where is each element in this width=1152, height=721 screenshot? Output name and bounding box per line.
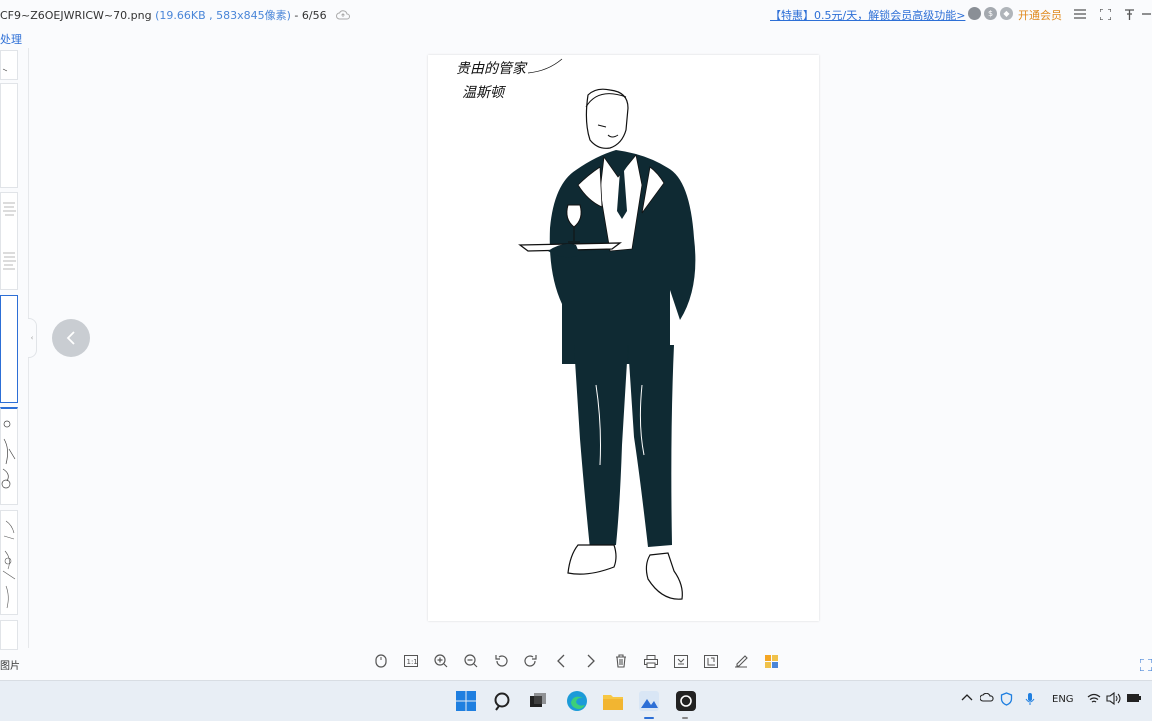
file-meta: (19.66KB , 583x845像素)	[155, 9, 291, 22]
fullscreen-icon[interactable]	[1096, 5, 1114, 23]
thumbnail-strip	[0, 50, 20, 650]
image-canvas[interactable]: 贵由的管家 温斯顿	[428, 55, 819, 621]
window-title: CF9~Z6OEJWRICW~70.png (19.66KB , 583x845…	[0, 7, 351, 23]
thumbnail-selected[interactable]	[0, 295, 18, 403]
next-icon[interactable]	[582, 652, 600, 670]
thumbnail[interactable]	[0, 83, 18, 188]
search-icon[interactable]	[491, 689, 515, 713]
chevron-left-icon	[66, 331, 75, 345]
expand-icon[interactable]	[1139, 656, 1152, 672]
compare-icon[interactable]	[672, 652, 690, 670]
crop-icon[interactable]	[702, 652, 720, 670]
delete-icon[interactable]	[612, 652, 630, 670]
image-viewer-icon[interactable]	[637, 689, 661, 719]
zoom-out-icon[interactable]	[462, 652, 480, 670]
thumbnail[interactable]	[0, 620, 18, 650]
onedrive-icon[interactable]	[979, 692, 994, 705]
apps-icon[interactable]	[762, 652, 780, 670]
zoom-in-icon[interactable]	[432, 652, 450, 670]
coin-icon[interactable]: $	[984, 7, 997, 20]
previous-icon[interactable]	[552, 652, 570, 670]
viewer-toolbar: 1:1	[372, 652, 780, 670]
file-position: - 6/56	[290, 9, 327, 22]
butler-figure	[518, 88, 696, 600]
process-link[interactable]: 处理	[0, 31, 22, 47]
account-icons: $ ◆	[968, 7, 1013, 20]
butler-illustration: 贵由的管家 温斯顿	[456, 58, 696, 600]
rotate-left-icon[interactable]	[492, 652, 510, 670]
tray-expand-icon[interactable]	[961, 693, 973, 704]
print-icon[interactable]	[642, 652, 660, 670]
thumbnail[interactable]	[0, 407, 18, 505]
rotate-right-icon[interactable]	[522, 652, 540, 670]
edit-icon[interactable]	[732, 652, 750, 670]
promo-link[interactable]: 【特惠】0.5元/天，解锁会员高级功能>	[770, 7, 965, 23]
previous-image-button[interactable]	[52, 319, 90, 357]
file-explorer-icon[interactable]	[601, 689, 625, 713]
badge-icon[interactable]: ◆	[1000, 7, 1013, 20]
thumbnail[interactable]	[0, 192, 18, 290]
svg-text:1:1: 1:1	[407, 658, 418, 666]
avatar-icon[interactable]	[968, 7, 981, 20]
microphone-icon[interactable]	[1025, 692, 1035, 709]
image-section-label: 图片	[0, 661, 20, 672]
menu-icon[interactable]	[1071, 5, 1089, 23]
security-shield-icon[interactable]	[1000, 692, 1013, 709]
edge-browser-icon[interactable]	[565, 689, 589, 713]
language-indicator[interactable]: ENG	[1052, 694, 1074, 705]
taskbar-app-icon[interactable]	[674, 689, 698, 719]
thumbnail[interactable]	[0, 50, 18, 80]
minimize-icon[interactable]	[1140, 5, 1152, 23]
pin-icon[interactable]	[1120, 5, 1138, 23]
os-taskbar: ENG	[0, 680, 1152, 721]
wifi-icon[interactable]	[1087, 693, 1101, 707]
caption-line-2: 温斯顿	[462, 85, 507, 101]
file-name: CF9~Z6OEJWRICW~70.png	[0, 9, 152, 22]
title-bar: CF9~Z6OEJWRICW~70.png (19.66KB , 583x845…	[0, 0, 1152, 28]
sidebar-collapse-handle[interactable]: ‹	[28, 318, 37, 358]
thumbnail[interactable]	[0, 510, 18, 615]
cloud-upload-icon[interactable]	[336, 9, 351, 23]
volume-icon[interactable]	[1106, 691, 1121, 708]
actual-size-icon[interactable]: 1:1	[402, 652, 420, 670]
start-icon[interactable]	[454, 689, 478, 713]
mouse-icon[interactable]	[372, 652, 390, 670]
caption-line-1: 贵由的管家	[456, 61, 528, 77]
task-view-icon[interactable]	[526, 689, 550, 713]
vip-button[interactable]: 开通会员	[1018, 7, 1062, 23]
battery-icon[interactable]	[1126, 693, 1142, 706]
